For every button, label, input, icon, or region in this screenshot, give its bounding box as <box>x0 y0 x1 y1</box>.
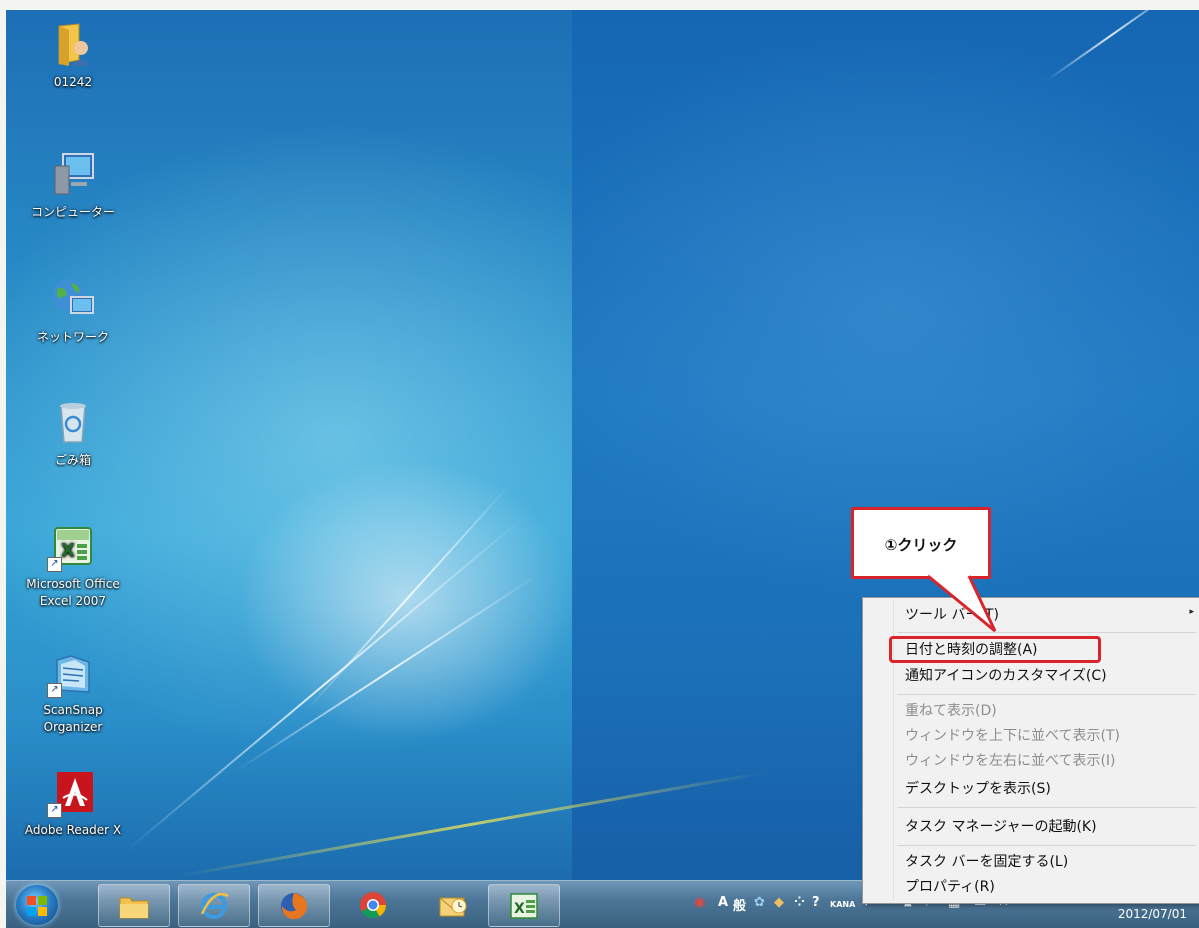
computer-icon <box>49 150 97 198</box>
folder-user-icon <box>49 20 97 68</box>
wallpaper-streak <box>235 574 539 772</box>
shortcut-arrow-icon: ↗ <box>47 683 62 698</box>
outlook-icon[interactable] <box>437 890 469 920</box>
taskbar-explorer-button[interactable] <box>98 884 170 927</box>
svg-text:X: X <box>514 901 525 917</box>
svg-text:X: X <box>61 540 75 561</box>
click-callout: ①クリック <box>851 507 991 579</box>
adobe-reader-icon: ↗ <box>47 768 97 818</box>
menu-item-cascade-windows: 重ねて表示(D) <box>905 703 997 719</box>
desktop-icon-excel-2007[interactable]: X ↗ Microsoft Office Excel 2007 <box>6 522 140 610</box>
submenu-arrow-icon: ▸ <box>1189 607 1194 617</box>
taskbar-outlook-button <box>418 884 488 925</box>
desktop-icon-label: コンピューター <box>30 205 115 219</box>
wallpaper-streak <box>125 515 525 852</box>
windows-logo-icon <box>38 896 47 905</box>
menu-item-start-task-manager[interactable]: タスク マネージャーの起動(K) <box>905 816 1097 838</box>
excel-icon: X <box>510 892 538 919</box>
desktop-icon-computer[interactable]: コンピューター <box>6 150 140 221</box>
menu-separator <box>897 694 1196 695</box>
wallpaper-streak <box>305 487 508 712</box>
desktop-icon-label: 01242 <box>53 75 93 89</box>
menu-item-stack-windows: ウィンドウを上下に並べて表示(T) <box>905 728 1120 744</box>
menu-separator <box>897 845 1196 846</box>
ime-dictionary-indicator[interactable]: 般 <box>733 895 746 914</box>
start-button[interactable] <box>16 885 58 925</box>
windows-logo-icon <box>27 896 36 905</box>
desktop-icon-recycle-bin[interactable]: ごみ箱 <box>6 398 140 469</box>
help-icon[interactable]: ? <box>812 895 820 910</box>
menu-item-customize-notification-icons[interactable]: 通知アイコンのカスタマイズ(C) <box>905 665 1107 687</box>
desktop-icon-network[interactable]: ネットワーク <box>6 275 140 346</box>
taskbar-context-menu[interactable]: ツール バー(T) ▸ 日付と時刻の調整(A) 通知アイコンのカスタマイズ(C)… <box>862 597 1199 904</box>
ime-status-icon[interactable]: ◉ <box>694 895 705 910</box>
internet-explorer-icon <box>200 892 229 919</box>
chrome-icon[interactable] <box>357 889 389 921</box>
desktop-icon-label: ネットワーク <box>36 330 109 344</box>
taskbar-excel-button[interactable]: X <box>488 884 560 927</box>
clock-date[interactable]: 2012/07/01 <box>1118 907 1187 921</box>
menu-item-side-by-side-windows: ウィンドウを左右に並べて表示(I) <box>905 753 1116 769</box>
menu-separator <box>897 807 1196 808</box>
explorer-icon <box>119 897 149 918</box>
ime-settings-icon[interactable]: ⁘ <box>794 895 805 910</box>
desktop-icon-user-folder[interactable]: 01242 <box>6 20 140 91</box>
menu-item-lock-taskbar[interactable]: タスク バーを固定する(L) <box>905 851 1068 873</box>
excel-icon: X ↗ <box>47 522 97 572</box>
taskbar-ie-button[interactable] <box>178 884 250 927</box>
network-icon <box>49 275 97 323</box>
ime-tool-icon[interactable]: ✿ <box>754 895 765 910</box>
menu-item-show-desktop[interactable]: デスクトップを表示(S) <box>905 778 1051 800</box>
taskbar-chrome-button <box>338 884 408 925</box>
scansnap-icon: ↗ <box>47 648 97 698</box>
ime-mode-indicator[interactable]: A <box>718 895 728 910</box>
taskbar-firefox-button[interactable] <box>258 884 330 927</box>
recycle-bin-icon <box>49 398 97 446</box>
desktop-icon-scansnap-organizer[interactable]: ↗ ScanSnap Organizer <box>6 648 140 736</box>
ime-pad-icon[interactable]: ◆ <box>774 895 784 910</box>
desktop-icon-adobe-reader[interactable]: ↗ Adobe Reader X <box>6 768 140 839</box>
callout-text: ①クリック <box>884 536 958 554</box>
desktop-icon-label: ScanSnap Organizer <box>43 703 103 734</box>
desktop-icon-label: ごみ箱 <box>54 453 91 467</box>
kana-indicator[interactable]: KANA <box>830 900 855 909</box>
shortcut-arrow-icon: ↗ <box>47 803 62 818</box>
callout-pointer <box>927 572 997 633</box>
shortcut-arrow-icon: ↗ <box>47 557 62 572</box>
firefox-icon <box>281 892 308 919</box>
desktop-icon-label: Microsoft Office Excel 2007 <box>26 577 120 608</box>
windows-logo-icon <box>27 907 36 916</box>
desktop-icon-label: Adobe Reader X <box>24 823 122 837</box>
windows-logo-icon <box>38 907 47 916</box>
menu-item-properties[interactable]: プロパティ(R) <box>905 876 995 898</box>
